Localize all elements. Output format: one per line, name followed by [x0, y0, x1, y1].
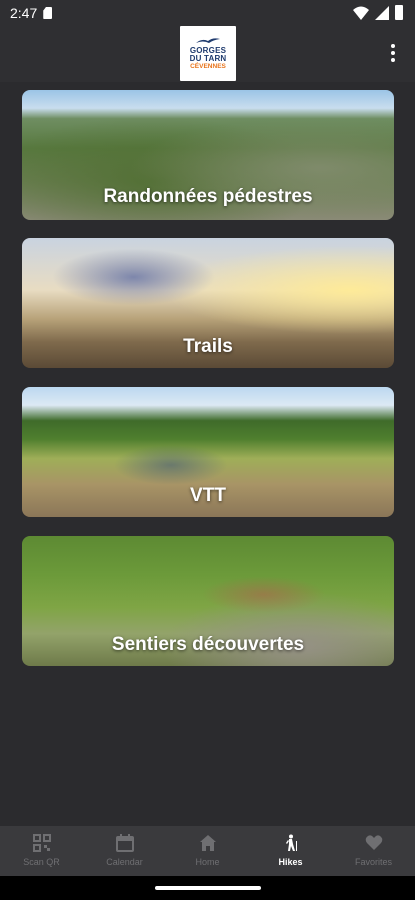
- category-title: Randonnées pédestres: [103, 186, 313, 207]
- nav-label: Hikes: [278, 857, 303, 867]
- nav-label: Home: [195, 857, 220, 867]
- wifi-icon: [353, 6, 369, 20]
- category-title: Sentiers découvertes: [111, 634, 305, 655]
- menu-dot: [391, 44, 395, 48]
- nav-label: Calendar: [106, 857, 143, 867]
- nav-item-favorites[interactable]: Favorites: [332, 826, 415, 876]
- menu-dot: [391, 58, 395, 62]
- nav-label: Favorites: [354, 857, 392, 867]
- battery-icon: [395, 5, 403, 20]
- category-title: Trails: [183, 336, 233, 357]
- qr-code-icon: [32, 834, 51, 852]
- nav-item-scan-qr[interactable]: Scan QR: [0, 826, 83, 876]
- category-title: VTT: [190, 485, 226, 506]
- logo-line-2: DU TARN: [189, 53, 227, 63]
- hiker-icon: [285, 834, 297, 851]
- nav-item-home[interactable]: Home: [166, 826, 249, 876]
- gesture-area: [0, 876, 415, 900]
- more-vert-icon[interactable]: [385, 42, 401, 64]
- category-card-sentiers[interactable]: Sentiers découvertes: [22, 536, 394, 666]
- menu-dot: [391, 51, 395, 55]
- status-time: 2:47: [10, 5, 38, 21]
- category-card-randonnees[interactable]: Randonnées pédestres: [22, 90, 394, 220]
- calendar-icon: [115, 834, 134, 852]
- bird-logo-icon: [196, 37, 220, 43]
- bottom-navigation: Scan QR Calendar Home Hikes Favorites: [0, 826, 415, 876]
- sim-card-icon: [43, 7, 53, 19]
- signal-icon: [375, 5, 389, 20]
- nav-item-hikes[interactable]: Hikes: [249, 826, 332, 876]
- status-icons: [353, 5, 403, 20]
- heart-icon: [365, 835, 382, 850]
- app-bar: GORGES DU TARN CÉVENNES: [0, 26, 415, 82]
- home-icon: [199, 835, 216, 851]
- category-card-vtt[interactable]: VTT: [22, 387, 394, 517]
- category-card-trails[interactable]: Trails: [22, 238, 394, 368]
- nav-label: Scan QR: [23, 857, 60, 867]
- nav-item-calendar[interactable]: Calendar: [83, 826, 166, 876]
- app-logo[interactable]: GORGES DU TARN CÉVENNES: [180, 26, 236, 81]
- gesture-handle[interactable]: [155, 886, 261, 890]
- logo-line-3: CÉVENNES: [190, 62, 226, 70]
- status-bar: 2:47: [0, 0, 415, 26]
